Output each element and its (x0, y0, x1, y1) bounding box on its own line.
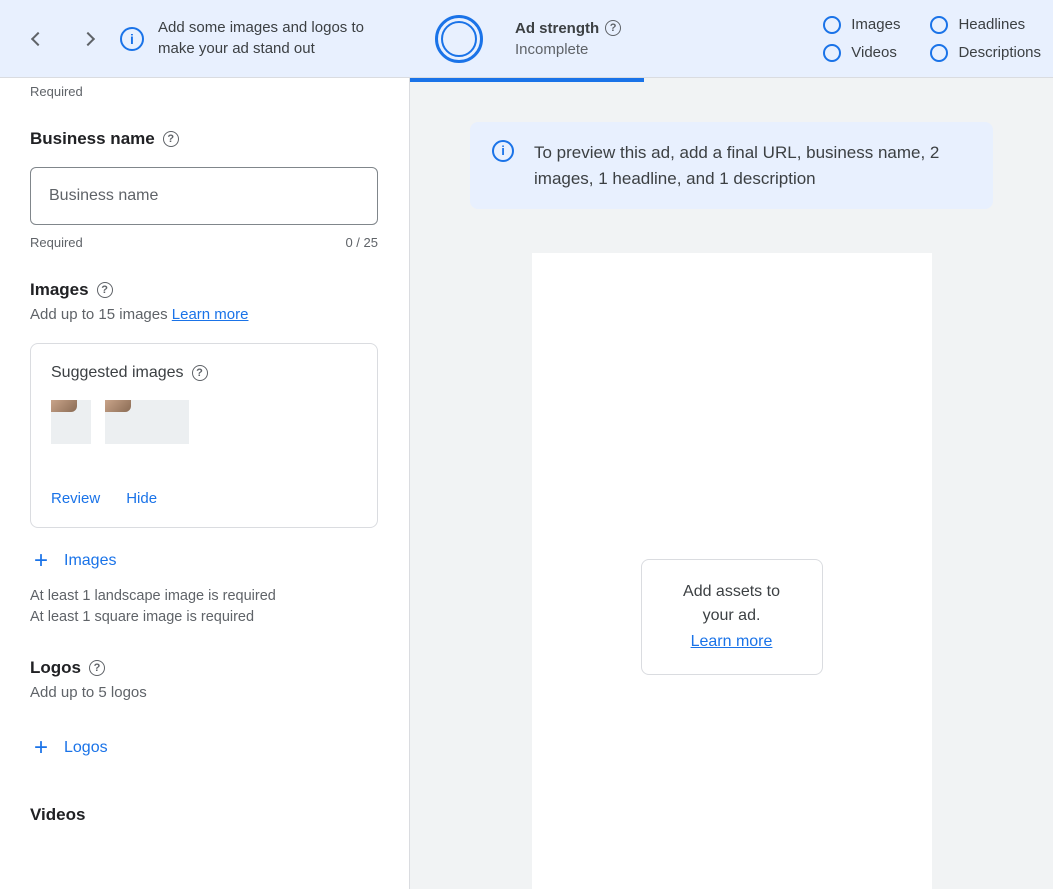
required-label: Required (30, 84, 409, 99)
preview-panel: i To preview this ad, add a final URL, b… (410, 78, 1053, 889)
ad-preview-card: Add assets to your ad. Learn more (532, 253, 932, 889)
prev-tip-button[interactable] (20, 21, 56, 57)
check-descriptions[interactable]: Descriptions (930, 44, 1041, 62)
business-name-title: Business name ? (30, 129, 409, 149)
add-logos-button[interactable]: + Logos (30, 737, 409, 759)
suggested-images-card: Suggested images ? Review Hide (30, 343, 378, 528)
images-subtext: Add up to 15 images Learn more (30, 306, 409, 323)
tab-indicator (410, 78, 644, 82)
business-name-counter: 0 / 25 (345, 235, 378, 250)
ad-strength-meter (435, 15, 483, 63)
suggested-image-thumb[interactable] (51, 400, 91, 444)
hide-button[interactable]: Hide (126, 490, 157, 507)
suggested-image-thumb[interactable] (105, 400, 189, 444)
check-images[interactable]: Images (823, 16, 900, 34)
tip-text: Add some images and logos to make your a… (158, 18, 383, 59)
review-button[interactable]: Review (51, 490, 100, 507)
business-name-input[interactable] (30, 167, 378, 225)
help-icon[interactable]: ? (163, 131, 179, 147)
chevron-right-icon (81, 31, 95, 45)
ad-strength-label: Ad strength ? (515, 20, 621, 37)
business-name-required: Required (30, 235, 83, 250)
help-icon[interactable]: ? (97, 282, 113, 298)
images-title: Images ? (30, 280, 409, 300)
help-icon[interactable]: ? (605, 20, 621, 36)
form-panel: Required Business name ? Required 0 / 25… (0, 78, 410, 889)
help-icon[interactable]: ? (89, 660, 105, 676)
logos-subtext: Add up to 5 logos (30, 684, 409, 701)
plus-icon: + (30, 550, 52, 572)
check-headlines[interactable]: Headlines (930, 16, 1041, 34)
radio-icon (823, 44, 841, 62)
logos-title: Logos ? (30, 658, 409, 678)
preview-banner-text: To preview this ad, add a final URL, bus… (534, 140, 971, 191)
radio-icon (930, 16, 948, 34)
preview-learn-more-link[interactable]: Learn more (691, 630, 773, 654)
help-icon[interactable]: ? (192, 365, 208, 381)
next-tip-button[interactable] (70, 21, 106, 57)
preview-info-banner: i To preview this ad, add a final URL, b… (470, 122, 993, 209)
info-icon: i (492, 140, 514, 162)
add-assets-prompt: Add assets to your ad. Learn more (641, 559, 823, 675)
chevron-left-icon (31, 31, 45, 45)
images-validation: At least 1 landscape image is required A… (30, 586, 409, 628)
add-images-button[interactable]: + Images (30, 550, 409, 572)
radio-icon (930, 44, 948, 62)
radio-icon (823, 16, 841, 34)
plus-icon: + (30, 737, 52, 759)
ad-strength-value: Incomplete (515, 41, 621, 58)
suggested-images-title: Suggested images ? (51, 364, 357, 382)
videos-title: Videos (30, 805, 409, 825)
info-icon: i (120, 27, 144, 51)
images-learn-more-link[interactable]: Learn more (172, 306, 249, 323)
check-videos[interactable]: Videos (823, 44, 900, 62)
